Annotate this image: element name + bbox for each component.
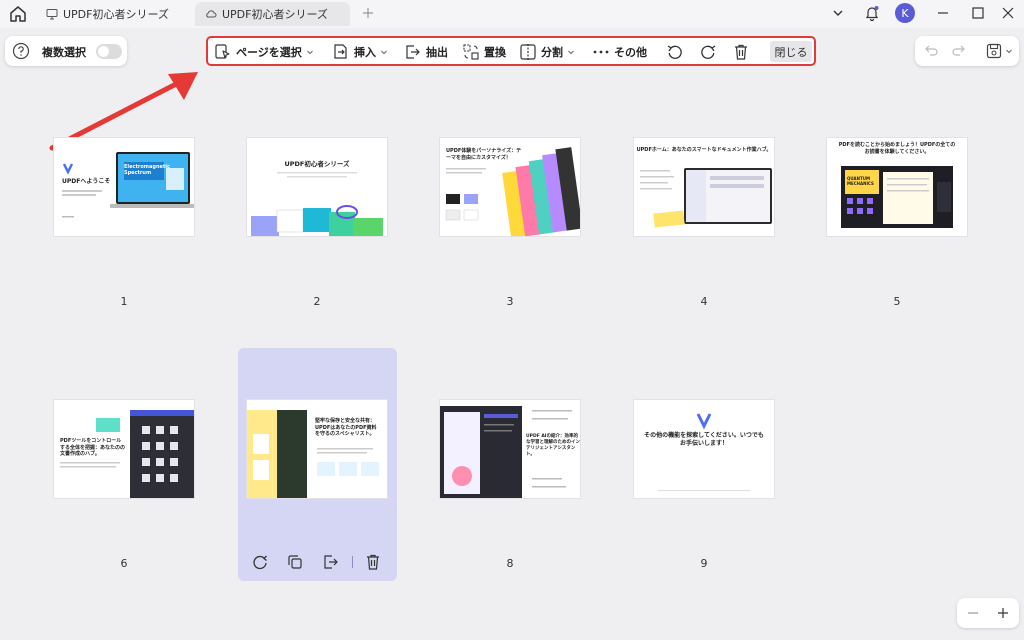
redo-icon[interactable] [951,43,967,59]
page-9-content [658,413,750,491]
page-4-title: UPDFホーム：あなたのスマートなドキュメント作業ハブ。 [636,147,772,153]
page-8-title: UPDF AIの紹介：効率的な学習と理解のためのインテリジェントアシスタント。 [526,434,580,457]
home-icon[interactable] [8,4,28,24]
select-pages-label: ページを選択 [236,46,302,59]
page-thumbnail-6[interactable]: PDFツールをコントロールする全体を把握：あなたのの文書作成のハブ。 [54,400,194,498]
chevron-down-icon[interactable] [830,4,846,22]
close-label: 閉じる [774,45,808,59]
page-thumbnail-8[interactable]: UPDF AIの紹介：効率的な学習と理解のためのインテリジェントアシスタント。 [440,400,580,498]
page-5-subtitle: QUANTUM MECHANICS [847,176,874,186]
page-6-title: PDFツールをコントロールする全体を把握：あなたのの文書作成のハブ。 [60,438,126,457]
page-number-4: 4 [700,295,708,308]
page-3-title: UPDF体験をパーソナライズ：テーマを自由にカスタマイズ！ [446,148,522,161]
page-1-title: UPDFへようこそ [62,178,111,185]
split-label: 分割 [541,46,563,59]
copy-page-icon[interactable] [286,553,304,571]
extract-icon [406,45,420,59]
multi-select-label: 複数選択 [42,46,86,59]
page-number-5: 5 [893,295,901,308]
chevron-down-icon [306,50,313,55]
page-number-9: 9 [700,557,708,570]
page-thumbnail-7[interactable]: 堅牢な保存と安全な共有：UPDFはあなたのPDF資料を守るのスペシャリスト。 [247,400,387,498]
page-7-content [247,410,379,498]
chevron-down-icon [568,50,574,55]
bell-icon[interactable] [864,4,880,22]
page-number-2: 2 [313,295,321,308]
undo-icon[interactable] [923,43,939,59]
tab-document-2[interactable]: UPDF初心者シリーズ [195,2,350,26]
page-1-content [62,152,194,218]
rotate-page-icon[interactable] [251,553,269,571]
avatar[interactable]: K [895,3,915,23]
extract-page-icon[interactable] [322,553,340,571]
insert-page-icon [334,44,347,59]
maximize-icon[interactable] [970,4,986,22]
insert-button[interactable]: 挿入 [332,42,388,62]
chevron-down-icon [381,50,387,55]
rotate-left-icon[interactable] [666,43,684,61]
more-button[interactable]: その他 [592,42,647,62]
extract-label: 抽出 [426,46,448,59]
select-pages-button[interactable]: ページを選択 [214,42,314,62]
help-icon[interactable] [12,42,30,60]
close-organize-button[interactable]: 閉じる [770,41,812,62]
action-divider [352,556,353,568]
page-7-title: 堅牢な保存と安全な共有：UPDFはあなたのPDF資料を守るのスペシャリスト。 [315,418,377,437]
page-9-title: その他の機能を探索してください。いつでもお手伝いします！ [644,432,764,448]
page-2-content [251,172,383,236]
extract-button[interactable]: 抽出 [404,42,448,62]
zoom-controls [957,598,1019,628]
split-icon [520,44,536,60]
page-number-1: 1 [120,295,128,308]
page-thumbnail-2[interactable]: UPDF初心者シリーズ [247,138,387,236]
replace-icon [463,44,479,60]
tab-document-1[interactable]: UPDF初心者シリーズ [36,2,194,26]
insert-label: 挿入 [354,46,376,59]
more-label: その他 [614,46,647,59]
monitor-icon [46,9,58,20]
tab-label: UPDF初心者シリーズ [222,8,328,21]
page-thumbnail-3[interactable]: UPDF体験をパーソナライズ：テーマを自由にカスタマイズ！ [440,138,580,236]
history-panel [915,36,1019,66]
page-number-3: 3 [506,295,514,308]
delete-page-icon[interactable] [364,553,382,571]
page-thumbnail-9[interactable]: その他の機能を探索してください。いつでもお手伝いします！ [634,400,774,498]
page-toolbar: ページを選択 挿入 抽出 置換 分割 その他 閉じる [206,36,816,66]
page-number-8: 8 [506,557,514,570]
page-thumbnail-5[interactable]: PDFを読むことから始めましょう！UPDFの全てのお読書を体験してください。 Q… [827,138,967,236]
page-2-title: UPDF初心者シリーズ [284,160,350,168]
page-thumbnail-1[interactable]: UPDFへようこそ Electromagnetic Spectrum [54,138,194,236]
page-1-subtitle: Electromagnetic Spectrum [124,164,170,176]
minimize-icon[interactable] [935,4,951,22]
trash-icon[interactable] [732,43,750,61]
zoom-in-icon[interactable] [995,605,1011,621]
multi-select-toggle[interactable] [96,44,122,59]
cursor-page-icon [215,44,230,59]
zoom-out-icon[interactable] [965,605,981,621]
page-number-6: 6 [120,557,128,570]
save-icon[interactable] [985,42,1003,60]
split-button[interactable]: 分割 [519,42,575,62]
rotate-right-icon[interactable] [699,43,717,61]
new-tab-icon[interactable] [360,5,376,21]
page-5-title: PDFを読むことから始めましょう！UPDFの全てのお読書を体験してください。 [838,142,956,155]
tab-label: UPDF初心者シリーズ [63,8,169,21]
more-dots-icon [593,50,609,54]
replace-button[interactable]: 置換 [462,42,506,62]
cloud-icon [206,10,217,18]
close-window-icon[interactable] [1000,4,1016,22]
chevron-down-icon[interactable] [1005,47,1013,55]
title-bar: UPDF初心者シリーズ UPDF初心者シリーズ K [0,0,1024,28]
replace-label: 置換 [484,46,506,59]
page-thumbnail-4[interactable]: UPDFホーム：あなたのスマートなドキュメント作業ハブ。 [634,138,774,236]
avatar-letter: K [901,6,909,20]
